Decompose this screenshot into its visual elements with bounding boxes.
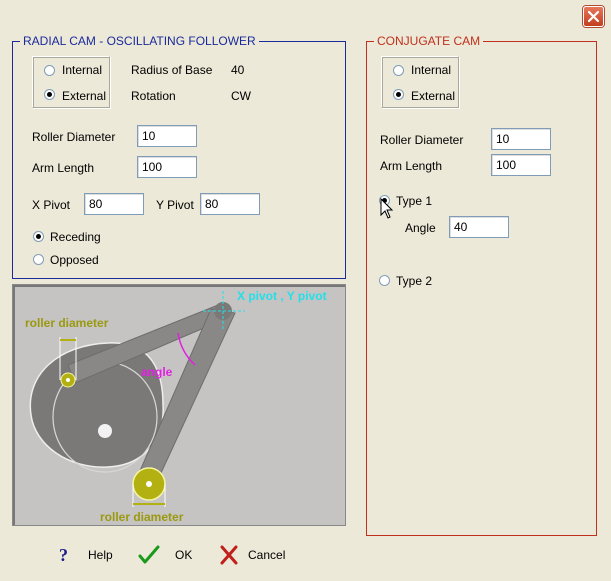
conjugate-roller-diameter-input[interactable]: 10 (491, 128, 551, 150)
pivot-label: X pivot , Y pivot (237, 289, 327, 303)
radial-internal-radio[interactable] (44, 65, 55, 76)
cancel-label: Cancel (248, 548, 286, 562)
angle-label: angle (141, 365, 173, 379)
rotation-value: CW (231, 89, 251, 103)
cancel-x-icon (220, 545, 238, 565)
conjugate-angle-input[interactable]: 40 (449, 216, 509, 238)
radial-external-radio[interactable] (44, 89, 55, 100)
receding-radio[interactable] (33, 231, 44, 242)
close-button[interactable] (583, 6, 604, 27)
conjugate-internal-radio[interactable] (393, 65, 404, 76)
ok-button[interactable]: OK (138, 544, 198, 568)
opposed-radio[interactable] (33, 254, 44, 265)
radial-roller-diameter-input[interactable]: 10 (137, 125, 197, 147)
cam-diagram: X pivot , Y pivot roller diameter angle … (12, 284, 346, 526)
close-icon (587, 10, 600, 23)
y-pivot-input[interactable]: 80 (200, 193, 260, 215)
ok-label: OK (175, 548, 193, 562)
radial-arm-length-input[interactable]: 100 (137, 156, 197, 178)
rotation-label: Rotation (131, 89, 176, 103)
cancel-button[interactable]: Cancel (219, 544, 299, 568)
checkmark-icon (138, 545, 160, 564)
conjugate-arm-length-label: Arm Length (380, 159, 443, 173)
help-question-icon: ? (59, 545, 68, 565)
radial-cam-group-title: RADIAL CAM - OSCILLATING FOLLOWER (20, 35, 259, 47)
svg-text:?: ? (59, 545, 68, 565)
radial-external-label: External (62, 89, 107, 103)
radius-of-base-label: Radius of Base (131, 63, 213, 77)
y-pivot-label: Y Pivot (156, 198, 194, 212)
opposed-label: Opposed (50, 253, 99, 267)
cam-hub (98, 424, 112, 438)
conjugate-external-label: External (411, 89, 456, 103)
type2-radio[interactable] (379, 275, 390, 286)
radial-arm-length-label: Arm Length (32, 161, 95, 175)
type1-label: Type 1 (396, 194, 433, 208)
type2-label: Type 2 (396, 274, 433, 288)
radial-roller-diameter-label: Roller Diameter (32, 130, 116, 144)
receding-label: Receding (50, 230, 101, 244)
radial-internal-label: Internal (62, 63, 103, 77)
help-button[interactable]: ? Help (56, 544, 126, 568)
roller-diameter-bottom-label: roller diameter (100, 510, 184, 524)
roller-diameter-top-label: roller diameter (25, 316, 109, 330)
conjugate-roller-diameter-label: Roller Diameter (380, 133, 464, 147)
conjugate-internal-label: Internal (411, 63, 452, 77)
x-pivot-input[interactable]: 80 (84, 193, 144, 215)
x-pivot-label: X Pivot (32, 198, 71, 212)
help-label: Help (88, 548, 113, 562)
conjugate-cam-group (366, 41, 597, 536)
conjugate-external-radio[interactable] (393, 89, 404, 100)
conjugate-arm-length-input[interactable]: 100 (491, 154, 551, 176)
radius-of-base-value: 40 (231, 63, 245, 77)
mouse-cursor-icon (380, 198, 394, 219)
conjugate-cam-group-title: CONJUGATE CAM (374, 35, 484, 47)
conjugate-angle-label: Angle (405, 221, 436, 235)
